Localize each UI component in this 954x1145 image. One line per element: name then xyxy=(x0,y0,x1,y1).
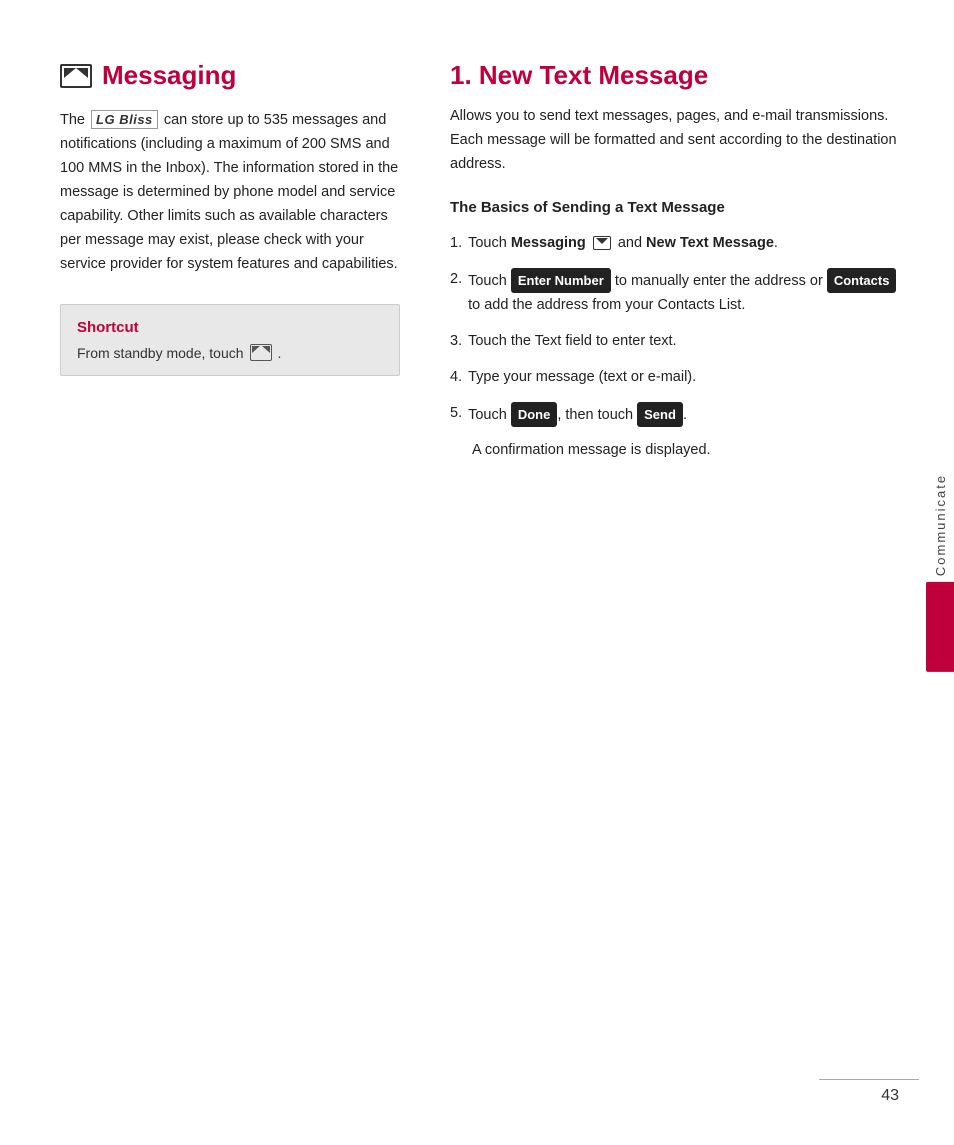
side-tab: Communicate xyxy=(926,473,954,671)
messaging-body-text: The LG Bliss can store up to 535 message… xyxy=(60,109,400,276)
step-2-num: 2. xyxy=(450,268,462,318)
left-column: Messaging The LG Bliss can store up to 5… xyxy=(60,60,440,1085)
right-column: 1. New Text Message Allows you to send t… xyxy=(440,60,904,1085)
step-4-content: Type your message (text or e-mail). xyxy=(468,366,904,390)
send-kbd: Send xyxy=(637,402,683,427)
brand-logo: LG Bliss xyxy=(91,110,158,129)
messaging-section-header: Messaging xyxy=(60,60,400,91)
step-3-content: Touch the Text field to enter text. xyxy=(468,330,904,354)
enter-number-kbd: Enter Number xyxy=(511,268,611,293)
step-1-messaging-bold: Messaging xyxy=(511,235,586,251)
step-5-content: Touch Done, then touch Send. xyxy=(468,402,904,428)
body-text-the: The xyxy=(60,112,85,128)
body-text-rest: can store up to 535 messages and notific… xyxy=(60,112,398,272)
new-text-message-title: 1. New Text Message xyxy=(450,60,904,91)
step-4: 4. Type your message (text or e-mail). xyxy=(450,366,904,390)
step-1-new-text-bold: New Text Message xyxy=(646,235,774,251)
side-tab-bar xyxy=(926,582,954,672)
step-2: 2. Touch Enter Number to manually enter … xyxy=(450,268,904,318)
messaging-envelope-icon xyxy=(60,64,92,88)
shortcut-envelope-icon xyxy=(250,344,272,361)
subsection-title: The Basics of Sending a Text Message xyxy=(450,197,904,218)
page-divider xyxy=(819,1079,919,1080)
contacts-kbd: Contacts xyxy=(827,268,897,293)
shortcut-body: From standby mode, touch . xyxy=(77,344,383,361)
page-number: 43 xyxy=(881,1087,899,1105)
step-2-content: Touch Enter Number to manually enter the… xyxy=(468,268,904,318)
page-container: Messaging The LG Bliss can store up to 5… xyxy=(0,0,954,1145)
step-3: 3. Touch the Text field to enter text. xyxy=(450,330,904,354)
shortcut-title: Shortcut xyxy=(77,319,383,336)
step-1: 1. Touch Messaging and New Text Message. xyxy=(450,232,904,256)
step-4-num: 4. xyxy=(450,366,462,390)
side-tab-label: Communicate xyxy=(933,473,948,575)
step-1-num: 1. xyxy=(450,232,462,256)
step-5-num: 5. xyxy=(450,402,462,428)
new-text-message-intro: Allows you to send text messages, pages,… xyxy=(450,105,904,177)
step-1-content: Touch Messaging and New Text Message. xyxy=(468,232,904,256)
step-5: 5. Touch Done, then touch Send. xyxy=(450,402,904,428)
steps-list: 1. Touch Messaging and New Text Message.… xyxy=(450,232,904,428)
shortcut-text: From standby mode, touch xyxy=(77,345,244,361)
shortcut-box: Shortcut From standby mode, touch . xyxy=(60,304,400,376)
done-kbd: Done xyxy=(511,402,558,427)
step-3-num: 3. xyxy=(450,330,462,354)
messaging-section-title: Messaging xyxy=(102,60,236,91)
confirmation-note: A confirmation message is displayed. xyxy=(472,439,904,463)
shortcut-period: . xyxy=(278,345,282,361)
